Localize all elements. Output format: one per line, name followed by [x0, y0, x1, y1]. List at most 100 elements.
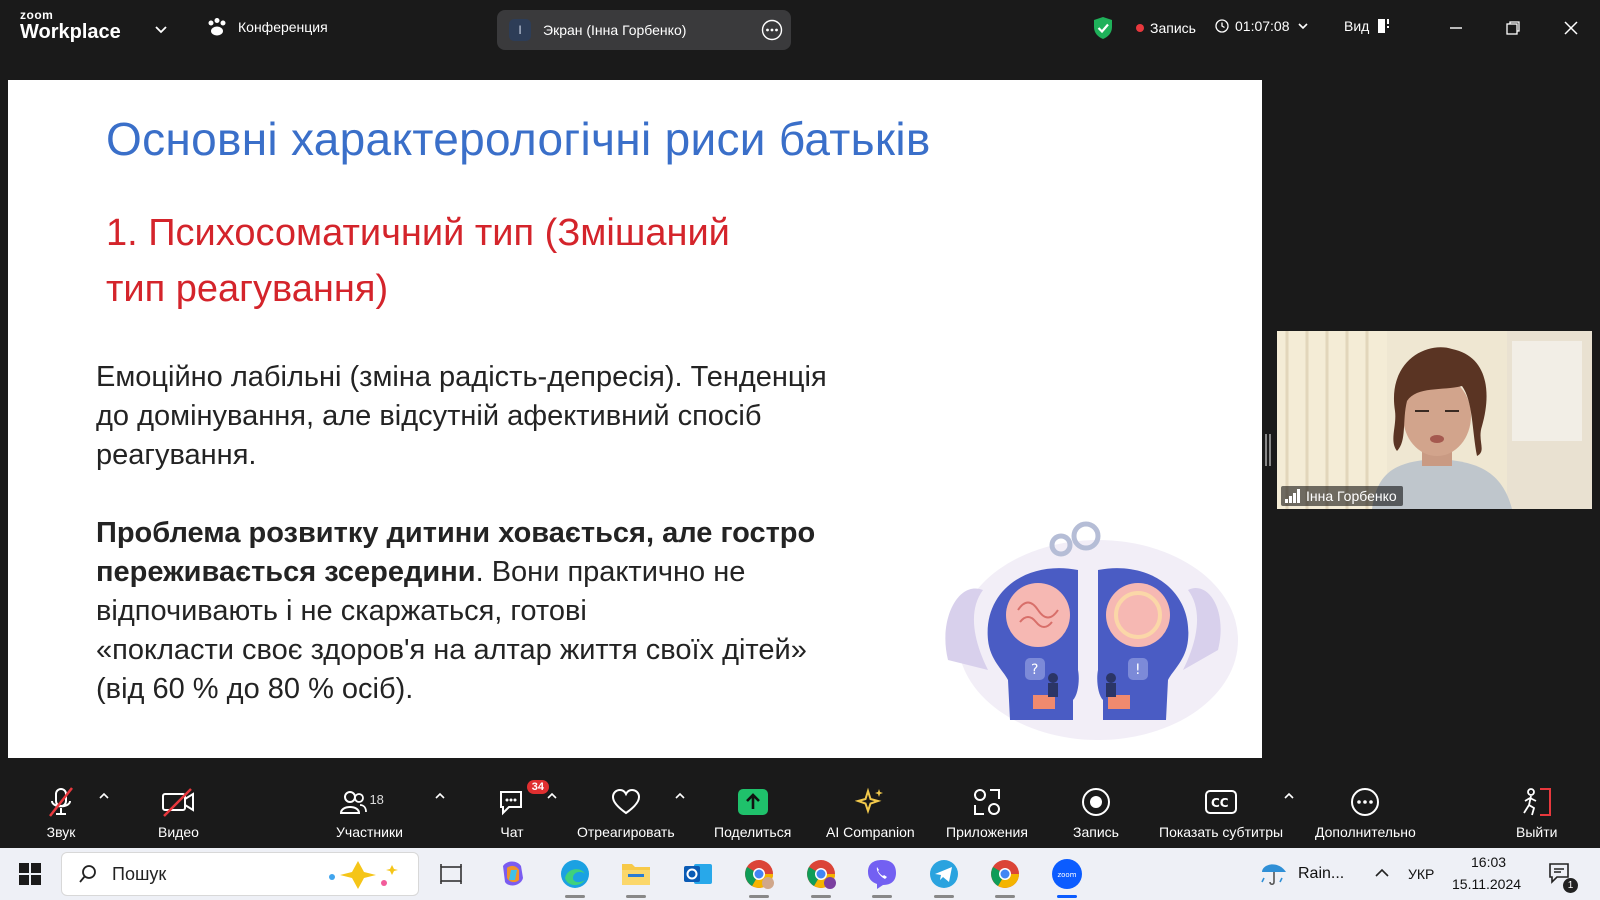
psychology-heads-illustration: ? !: [945, 521, 1238, 740]
windows-taskbar: Пошук zoom Rain... УКР 16:03 15.11.2024 …: [0, 848, 1600, 900]
windows-start-icon[interactable]: [19, 863, 41, 885]
running-indicator: [995, 895, 1015, 898]
ai-companion-button[interactable]: AI Companion: [826, 786, 915, 840]
slide-text-line: до домінування, але відсутній афективний…: [96, 400, 762, 432]
heart-icon: [611, 788, 640, 815]
participant-name: Інна Горбенко: [1306, 488, 1397, 504]
task-view-icon[interactable]: [433, 856, 469, 892]
sparkle-icon: [855, 787, 884, 815]
screen-share-label: Экран (Інна Горбенко): [543, 22, 687, 38]
search-highlight-icon: [329, 861, 398, 889]
chevron-down-icon[interactable]: [154, 22, 168, 36]
slide-text: . Вони практично не: [475, 556, 746, 588]
slide-subtitle-line: 1. Психосоматичний тип (Змішаний: [106, 212, 730, 254]
encryption-shield-icon[interactable]: [1092, 16, 1114, 40]
weather-text[interactable]: Rain...: [1298, 865, 1344, 883]
shared-slide: Основні характерологічні риси батьків 1.…: [8, 80, 1262, 758]
ai-companion-label: AI Companion: [826, 824, 915, 840]
slide-subtitle: 1. Психосоматичний тип (Змішаний тип реа…: [106, 205, 866, 317]
record-icon: [1081, 788, 1110, 816]
slide-text-line: реагування.: [96, 439, 257, 471]
zoom-top-bar: zoom Workplace Конференция I Экран (Інна…: [0, 0, 1600, 56]
apps-button[interactable]: Приложения: [946, 786, 1028, 840]
slide-text-line: «покласти своє здоров'я на алтар життя с…: [96, 634, 807, 666]
captions-label: Показать субтитры: [1159, 824, 1284, 840]
chrome-profile-2-icon[interactable]: [803, 856, 839, 898]
more-options-icon[interactable]: [761, 19, 783, 41]
zoom-app-icon[interactable]: zoom: [1049, 856, 1085, 898]
participants-button[interactable]: 18 Участники: [336, 786, 403, 840]
taskbar-search-box[interactable]: Пошук: [61, 852, 419, 896]
chat-button[interactable]: 34 Чат: [497, 780, 549, 840]
running-indicator: [934, 895, 954, 898]
running-indicator: [565, 895, 585, 898]
react-button[interactable]: Отреагировать: [577, 786, 675, 840]
react-options-caret-icon[interactable]: [674, 790, 686, 802]
viber-icon[interactable]: [864, 856, 900, 898]
captions-button[interactable]: CC Показать субтитры: [1159, 786, 1283, 840]
slide-paragraph-2: Проблема розвитку дитини ховається, але …: [96, 514, 916, 709]
conference-button[interactable]: Конференция: [206, 17, 328, 37]
share-button[interactable]: Поделиться: [714, 786, 791, 840]
keyboard-language[interactable]: УКР: [1408, 866, 1434, 882]
captions-options-caret-icon[interactable]: [1283, 790, 1295, 802]
participants-label: Участники: [336, 824, 403, 840]
audio-button[interactable]: Звук: [46, 786, 76, 840]
chevron-down-icon: [1297, 23, 1308, 30]
screen-share-indicator[interactable]: I Экран (Інна Горбенко): [497, 10, 791, 50]
rain-weather-icon[interactable]: [1258, 858, 1290, 888]
participant-name-label: Інна Горбенко: [1281, 486, 1403, 506]
clock-date[interactable]: 15.11.2024: [1452, 876, 1521, 892]
audio-options-caret-icon[interactable]: [98, 790, 110, 802]
slide-text-line: (від 60 % до 80 % осіб).: [96, 673, 414, 705]
slide-title: Основні характерологічні риси батьків: [106, 113, 931, 165]
chrome-icon[interactable]: [987, 856, 1023, 898]
telegram-icon[interactable]: [926, 856, 962, 898]
clock-icon: [1215, 19, 1229, 33]
participant-video: [1277, 331, 1592, 509]
close-button[interactable]: [1557, 14, 1585, 42]
closed-captions-icon: CC: [1205, 790, 1238, 814]
minimize-button[interactable]: [1442, 14, 1470, 42]
svg-text:?: ?: [1031, 662, 1038, 678]
paw-icon: [208, 18, 226, 36]
edge-browser-icon[interactable]: [557, 856, 593, 898]
zoom-logo[interactable]: zoom Workplace: [20, 9, 121, 42]
signal-bars-icon: [1285, 489, 1300, 503]
recording-indicator[interactable]: Запись: [1136, 20, 1196, 36]
chrome-profile-1-icon[interactable]: [741, 856, 777, 898]
clock-time[interactable]: 16:03: [1471, 854, 1506, 870]
participants-options-caret-icon[interactable]: [434, 790, 446, 802]
leave-button[interactable]: Выйти: [1516, 786, 1557, 840]
file-explorer-icon[interactable]: [618, 856, 654, 898]
meeting-timer[interactable]: 01:07:08: [1215, 18, 1310, 34]
running-indicator: [626, 895, 646, 898]
chat-options-caret-icon[interactable]: [546, 790, 558, 802]
view-label: Вид: [1344, 18, 1370, 34]
active-indicator: [1057, 895, 1077, 898]
search-icon: [79, 865, 96, 883]
more-button[interactable]: Дополнительно: [1315, 786, 1416, 840]
conference-label: Конференция: [238, 19, 328, 35]
apps-icon: [973, 789, 1000, 815]
slide-paragraph-1: Емоційно лабільні (зміна радість-депресі…: [96, 358, 956, 475]
restore-button[interactable]: [1499, 14, 1527, 42]
view-button[interactable]: Вид: [1344, 18, 1393, 34]
copilot-icon[interactable]: [495, 856, 531, 892]
chevron-up-icon[interactable]: [1374, 867, 1390, 879]
svg-text:zoom: zoom: [1057, 871, 1076, 879]
apps-label: Приложения: [946, 824, 1028, 840]
participant-video-tile[interactable]: Інна Горбенко: [1277, 331, 1592, 509]
video-button[interactable]: Видео: [158, 786, 199, 840]
slide-subtitle-line: тип реагування): [106, 268, 389, 310]
share-screen-icon: [737, 789, 768, 815]
close-icon: [1564, 21, 1578, 35]
logo-workplace-text: Workplace: [20, 21, 121, 43]
outlook-icon[interactable]: [680, 856, 716, 892]
splitter-handle[interactable]: [1265, 434, 1271, 466]
recording-label: Запись: [1150, 20, 1196, 36]
record-button[interactable]: Запись: [1073, 786, 1119, 840]
microphone-muted-icon: [49, 787, 73, 817]
video-off-icon: [162, 788, 195, 817]
notification-count-badge: 1: [1563, 878, 1578, 893]
